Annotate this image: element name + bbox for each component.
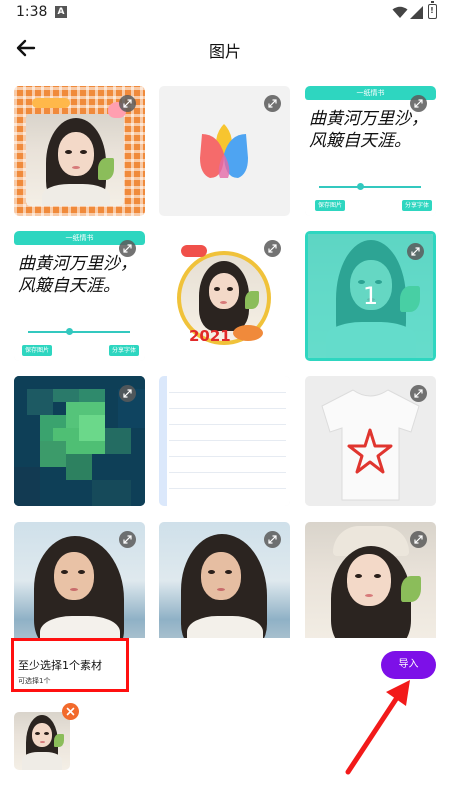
expand-icon[interactable]	[410, 385, 427, 402]
selected-thumbnail[interactable]	[14, 712, 70, 770]
status-bar: 1:38 A !	[0, 0, 450, 26]
selection-number: 1	[362, 282, 379, 310]
selection-hint: 至少选择1个素材 可选择1个	[11, 638, 129, 692]
expand-icon[interactable]	[264, 95, 281, 112]
portrait-photo	[26, 114, 124, 206]
expand-icon[interactable]	[119, 385, 136, 402]
import-button[interactable]: 导入	[381, 651, 436, 679]
battery-icon: !	[428, 1, 437, 19]
wifi-icon	[392, 6, 408, 18]
tulip-logo	[200, 124, 248, 178]
selection-hint-main: 至少选择1个素材	[18, 659, 102, 672]
expand-icon[interactable]	[410, 95, 427, 112]
lined-paper-image	[159, 376, 290, 506]
grid-item-pixelated[interactable]	[14, 376, 145, 506]
expand-icon[interactable]	[119, 95, 136, 112]
grid-item-selected-portrait[interactable]: 1	[305, 231, 436, 361]
status-time: 1:38	[16, 4, 48, 20]
card-save-button: 保存图片	[315, 200, 346, 211]
notification-icon: A	[55, 6, 67, 18]
grid-item-framed-portrait[interactable]	[14, 86, 145, 216]
grid-item-calligraphy-card[interactable]: 一纸情书 曲黄河万里沙， 风簸自天涯。 保存图片 分享字体	[305, 86, 436, 216]
grid-item-app-logo[interactable]	[159, 86, 290, 216]
card-text-line2: 风簸自天涯。	[18, 276, 120, 296]
expand-icon[interactable]	[119, 240, 136, 257]
expand-icon[interactable]	[264, 240, 281, 257]
expand-icon[interactable]	[119, 531, 136, 548]
annotation-arrow-icon	[345, 680, 410, 775]
year-badge: 2021	[189, 327, 231, 345]
selection-hint-sub: 可选择1个	[18, 677, 51, 685]
card-slider	[319, 186, 421, 188]
card-share-button: 分享字体	[108, 345, 139, 356]
grid-item-lined-paper[interactable]	[159, 376, 290, 506]
card-slider-knob	[66, 328, 73, 335]
grid-item-beach-portrait[interactable]	[14, 522, 145, 652]
expand-icon[interactable]	[264, 531, 281, 548]
expand-icon[interactable]	[407, 243, 424, 260]
expand-icon[interactable]	[410, 531, 427, 548]
grid-item-sticker-portrait[interactable]: 2021	[159, 231, 290, 361]
flower-decoration	[32, 98, 70, 108]
card-slider-knob	[357, 183, 364, 190]
grid-item-beach-portrait[interactable]	[159, 522, 290, 652]
card-text-line2: 风簸自天涯。	[309, 131, 411, 151]
card-save-button: 保存图片	[22, 345, 53, 356]
lantern-decoration	[181, 245, 207, 257]
card-share-button: 分享字体	[401, 200, 432, 211]
app-bar: 图片	[0, 26, 450, 72]
tshirt-image	[321, 389, 420, 501]
koi-decoration	[233, 325, 263, 341]
grid-item-tshirt[interactable]	[305, 376, 436, 506]
card-slider	[28, 331, 130, 333]
remove-selection-close-icon[interactable]	[62, 703, 79, 720]
page-title: 图片	[208, 42, 241, 61]
grid-item-calligraphy-card[interactable]: 一纸情书 曲黄河万里沙， 风簸自天涯。 保存图片 分享字体	[14, 231, 145, 361]
signal-icon	[410, 6, 423, 19]
grid-item-hat-portrait[interactable]	[305, 522, 436, 652]
